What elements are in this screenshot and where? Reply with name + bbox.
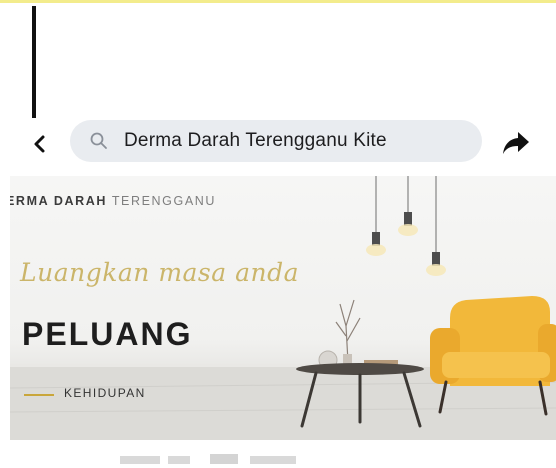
- search-icon: [88, 130, 110, 152]
- promo-banner[interactable]: ERMA DARAH TERENGGANU Luangkan masa anda…: [10, 176, 556, 440]
- tagline-divider: [24, 394, 54, 396]
- text-cursor-bar: [32, 6, 36, 118]
- share-arrow-icon: [503, 132, 529, 154]
- back-button[interactable]: [26, 130, 54, 158]
- share-button[interactable]: [498, 128, 534, 158]
- vase-branches: [335, 299, 361, 363]
- chevron-left-icon: [34, 135, 45, 153]
- brand-bold: ERMA DARAH: [10, 194, 107, 208]
- cropped-title-text: [120, 454, 296, 464]
- banner-headline: PELUANG: [22, 316, 193, 352]
- living-room-illustration: [10, 176, 556, 440]
- brand-name: ERMA DARAH TERENGGANU: [10, 194, 216, 208]
- page-bottom-area: [0, 442, 556, 468]
- search-query-text: Derma Darah Terengganu Kite: [124, 130, 387, 151]
- brand-light: TERENGGANU: [111, 194, 217, 208]
- script-slogan: Luangkan masa anda: [20, 258, 300, 287]
- search-field[interactable]: Derma Darah Terengganu Kite: [70, 120, 482, 162]
- search-navigation-bar: Derma Darah Terengganu Kite: [0, 118, 556, 166]
- top-highlight-strip: [0, 0, 556, 3]
- banner-tagline: KEHIDUPAN: [64, 386, 146, 400]
